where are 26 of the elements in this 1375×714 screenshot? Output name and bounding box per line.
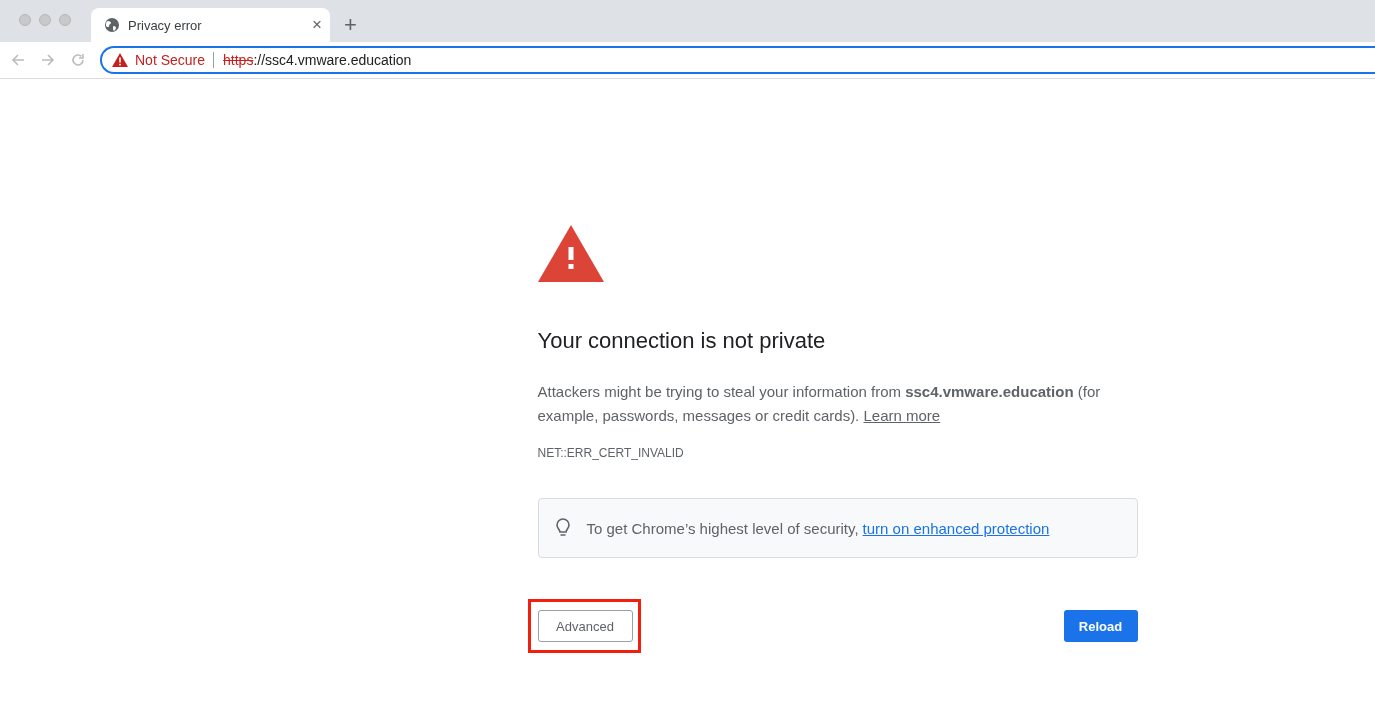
reload-button[interactable]: Reload (1063, 610, 1138, 642)
error-heading: Your connection is not private (537, 328, 827, 354)
not-secure-label: Not Secure (135, 52, 215, 68)
error-code: NET::ERR_CERT_INVALID (537, 446, 685, 460)
learn-more-link[interactable]: Learn more (863, 407, 941, 424)
reload-icon[interactable] (70, 52, 86, 68)
window-minimize-light[interactable] (39, 14, 51, 26)
window-close-light[interactable] (19, 14, 31, 26)
close-tab-button[interactable]: × (312, 15, 322, 35)
window-zoom-light[interactable] (59, 14, 71, 26)
browser-tab[interactable]: Privacy error × (91, 8, 330, 42)
url-text: ://ssc4.vmware.education (253, 52, 412, 68)
tip-text: To get Chrome’s highest level of security, (586, 519, 859, 537)
globe-icon (104, 17, 120, 33)
error-message: Attackers might be trying to steal your information from ssc4.vmware.education (for example, passwords, messages or credit cards). Learn more (537, 382, 1102, 426)
back-arrow-icon[interactable] (10, 52, 26, 68)
new-tab-button[interactable]: + (344, 12, 357, 38)
tab-title: Privacy error (128, 17, 203, 33)
forward-arrow-icon[interactable] (40, 52, 56, 68)
lightbulb-icon (554, 518, 571, 538)
advanced-button[interactable]: Advanced (537, 610, 633, 642)
url-scheme: https (223, 52, 254, 68)
enhanced-protection-link[interactable]: turn on enhanced protection (862, 519, 1050, 537)
warning-icon (112, 53, 128, 67)
warning-triangle-icon (537, 225, 604, 282)
address-bar[interactable]: Not Secure https://ssc4.vmware.education (100, 46, 1375, 74)
